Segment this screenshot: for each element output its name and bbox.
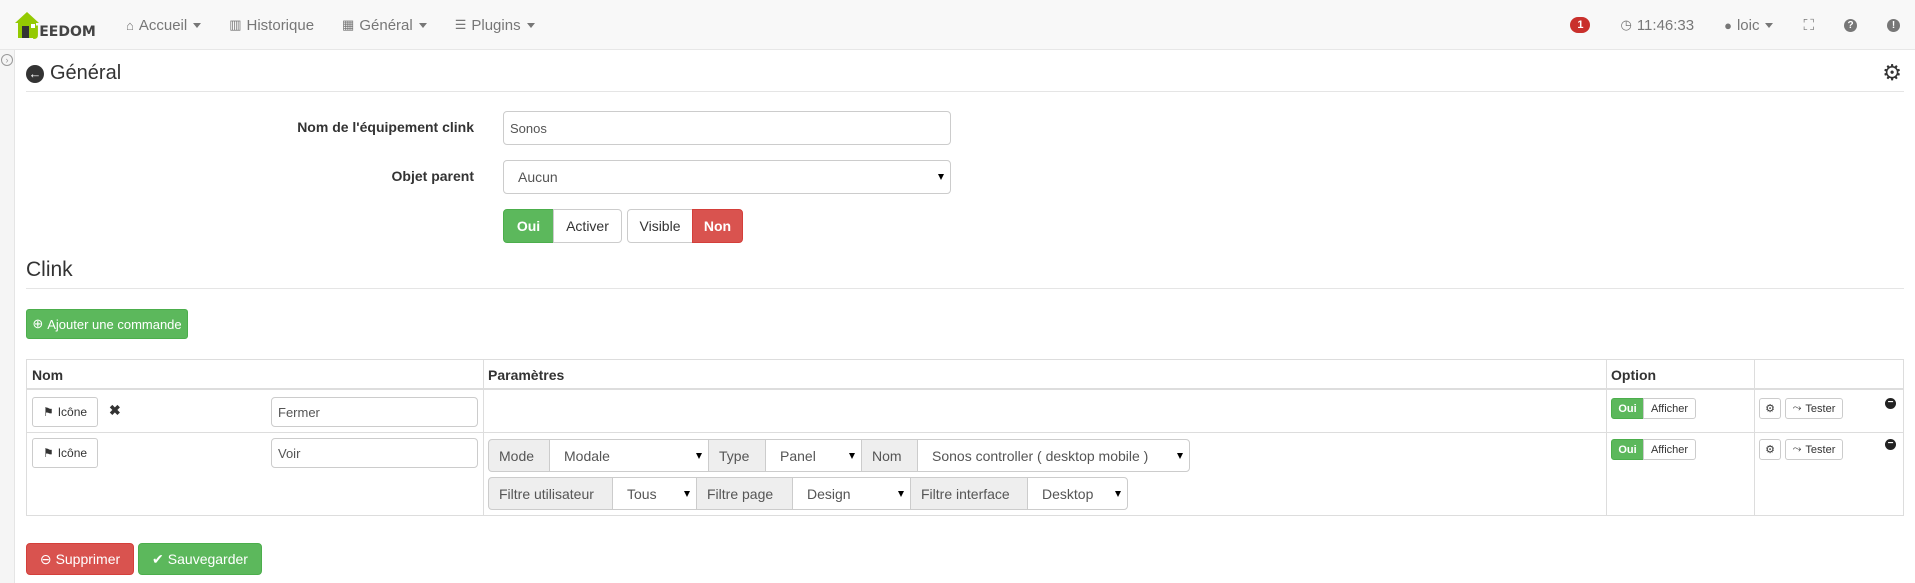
clock-icon: ◷ bbox=[1620, 17, 1632, 32]
minus-circle-icon: ⊖ bbox=[39, 550, 52, 567]
cogs-icon: ⚙ bbox=[1765, 403, 1775, 415]
question-icon: ? bbox=[1844, 18, 1857, 32]
column-divider bbox=[1606, 360, 1607, 515]
flag-icon: ⚑ bbox=[42, 446, 54, 460]
select-caret-icon bbox=[1115, 490, 1121, 497]
page-filter-select[interactable]: Design bbox=[792, 477, 911, 510]
icon-button[interactable]: ⚑ Icône bbox=[32, 397, 98, 427]
help-button[interactable]: ? bbox=[1829, 0, 1872, 50]
test-button[interactable]: ⤳ Tester bbox=[1785, 398, 1843, 419]
home-icon: ⌂ bbox=[126, 17, 134, 33]
header-parametres: Paramètres bbox=[483, 360, 1606, 390]
sidebar-toggle-strip: › bbox=[0, 50, 15, 583]
nav-general[interactable]: ▦ Général bbox=[328, 0, 441, 50]
caret-down-icon bbox=[1765, 22, 1774, 28]
parent-object-select[interactable]: Aucun bbox=[503, 160, 951, 194]
page-title: ← Général bbox=[26, 62, 121, 85]
parent-object-label: Objet parent bbox=[391, 168, 474, 184]
command-name-input[interactable]: Voir bbox=[271, 438, 478, 468]
page-header: ← Général ⚙ bbox=[26, 58, 1904, 92]
display-toggle-on[interactable]: Oui bbox=[1611, 439, 1644, 460]
icon-button[interactable]: ⚑ Icône bbox=[32, 438, 98, 468]
gears-icon[interactable]: ⚙ bbox=[1882, 60, 1902, 86]
nav-plugins[interactable]: ☰ Plugins bbox=[441, 0, 549, 50]
expand-icon[interactable]: › bbox=[1, 54, 13, 66]
config-button[interactable]: ⚙ bbox=[1759, 439, 1781, 460]
save-button[interactable]: ✔ Sauvegarder bbox=[138, 543, 262, 575]
active-toggle-label[interactable]: Activer bbox=[553, 209, 622, 243]
check-circle-icon: ✔ bbox=[152, 550, 164, 567]
display-toggle-on[interactable]: Oui bbox=[1611, 398, 1644, 419]
visible-toggle-off[interactable]: Non bbox=[692, 209, 743, 243]
page-filter-label: Filtre page bbox=[696, 477, 793, 510]
user-menu[interactable]: ● loic bbox=[1709, 0, 1788, 50]
command-name-input[interactable]: Fermer bbox=[271, 397, 478, 427]
bar-chart-icon: ▥ bbox=[229, 17, 242, 32]
type-select[interactable]: Panel bbox=[765, 439, 862, 472]
user-icon: ● bbox=[1724, 17, 1732, 33]
sitemap-icon: ⛶ bbox=[1803, 16, 1814, 34]
caret-down-icon bbox=[526, 22, 535, 28]
delete-button[interactable]: ⊖ Supprimer bbox=[26, 543, 134, 575]
select-caret-icon bbox=[849, 452, 855, 459]
config-button[interactable]: ⚙ bbox=[1759, 398, 1781, 419]
column-divider bbox=[1754, 360, 1755, 515]
clock: ◷ 11:46:33 bbox=[1620, 16, 1695, 34]
qrcode-icon: ▦ bbox=[342, 17, 355, 32]
add-command-button[interactable]: ⊕ Ajouter une commande bbox=[26, 309, 188, 339]
tasks-icon: ☰ bbox=[454, 17, 467, 32]
section-title: Clink bbox=[26, 258, 1904, 289]
minus-circle-icon[interactable]: − bbox=[1885, 398, 1896, 409]
visible-toggle-label[interactable]: Visible bbox=[627, 209, 693, 243]
row-divider bbox=[27, 432, 1903, 433]
display-toggle-label[interactable]: Afficher bbox=[1643, 439, 1696, 460]
equipment-name-label: Nom de l'équipement clink bbox=[297, 119, 474, 135]
info-icon: ! bbox=[1887, 18, 1900, 32]
select-caret-icon bbox=[684, 490, 690, 497]
minus-circle-icon[interactable]: − bbox=[1885, 439, 1896, 450]
header-nom: Nom bbox=[27, 360, 483, 390]
back-arrow-icon[interactable]: ← bbox=[26, 64, 44, 83]
type-label: Type bbox=[708, 439, 766, 472]
caret-down-icon bbox=[193, 22, 202, 28]
user-filter-select[interactable]: Tous bbox=[612, 477, 697, 510]
info-button[interactable]: ! bbox=[1872, 0, 1915, 50]
user-filter-label: Filtre utilisateur bbox=[488, 477, 613, 510]
notification-badge: 1 bbox=[1570, 17, 1591, 33]
select-caret-icon bbox=[1177, 452, 1183, 459]
display-toggle-label[interactable]: Afficher bbox=[1643, 398, 1696, 419]
nav-accueil[interactable]: ⌂ Accueil bbox=[112, 0, 215, 50]
notifications[interactable]: 1 bbox=[1555, 0, 1605, 50]
column-divider bbox=[483, 360, 484, 515]
select-caret-icon bbox=[696, 452, 702, 459]
brand-text: JEEDOM bbox=[34, 24, 96, 40]
test-button[interactable]: ⤳ Tester bbox=[1785, 439, 1843, 460]
jeedom-logo[interactable]: JEEDOM bbox=[12, 8, 96, 42]
flag-icon: ⚑ bbox=[42, 405, 54, 419]
nav-historique[interactable]: ▥ Historique bbox=[215, 0, 328, 50]
commands-table: Nom Paramètres Option ⚑ Icône ✖ Fermer Ou… bbox=[26, 359, 1904, 516]
header-option: Option bbox=[1606, 360, 1754, 390]
plus-circle-icon: ⊕ bbox=[32, 316, 44, 331]
nom-label: Nom bbox=[861, 439, 918, 472]
remove-icon[interactable]: ✖ bbox=[109, 402, 121, 419]
select-caret-icon bbox=[938, 174, 944, 180]
equipment-name-input[interactable]: Sonos bbox=[503, 111, 951, 145]
select-caret-icon bbox=[898, 490, 904, 497]
rss-icon: ⤳ bbox=[1792, 443, 1802, 455]
header-actions bbox=[1754, 360, 1903, 390]
active-toggle-on[interactable]: Oui bbox=[503, 209, 554, 243]
network-button[interactable]: ⛶ bbox=[1788, 0, 1829, 50]
top-navbar: JEEDOM ⌂ Accueil ▥ Historique ▦ Général ☰ Pl… bbox=[0, 0, 1915, 50]
interface-filter-select[interactable]: Desktop bbox=[1027, 477, 1128, 510]
cogs-icon: ⚙ bbox=[1765, 444, 1775, 456]
interface-filter-label: Filtre interface bbox=[910, 477, 1028, 510]
rss-icon: ⤳ bbox=[1792, 402, 1802, 414]
nom-select[interactable]: Sonos controller ( desktop mobile ) bbox=[917, 439, 1190, 472]
mode-select[interactable]: Modale bbox=[549, 439, 709, 472]
mode-label: Mode bbox=[488, 439, 550, 472]
caret-down-icon bbox=[418, 22, 427, 28]
